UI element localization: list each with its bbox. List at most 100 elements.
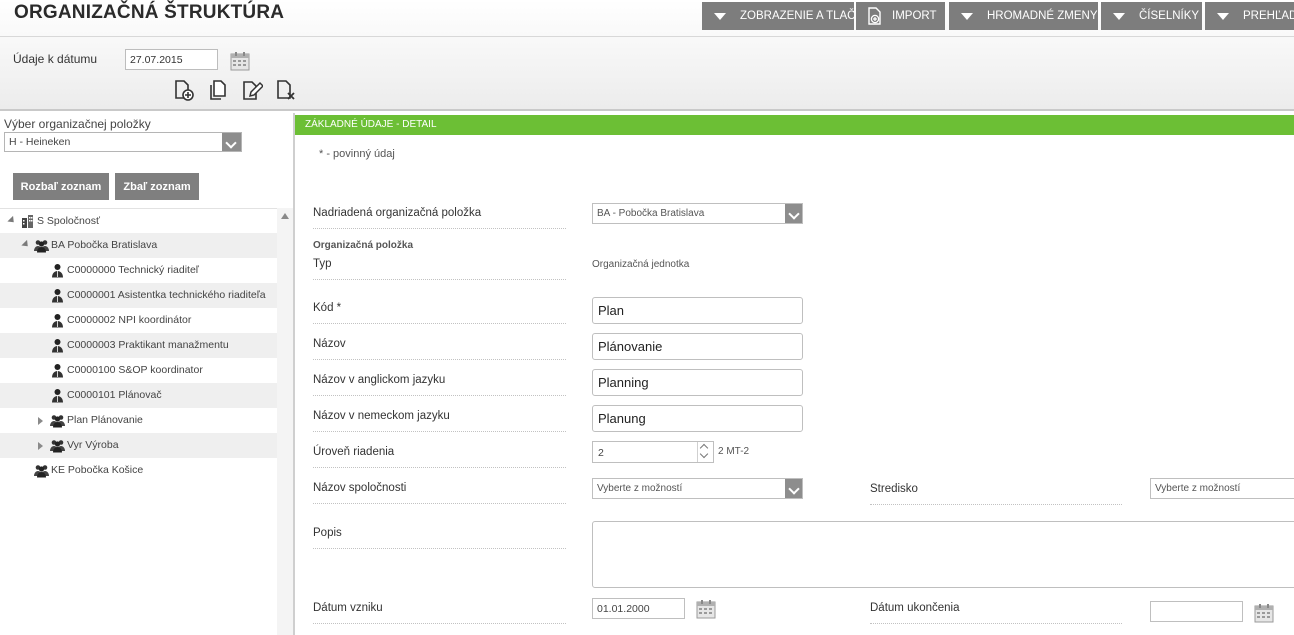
tree-item-label: KE Pobočka Košice xyxy=(51,464,144,476)
calendar-icon[interactable] xyxy=(230,51,250,71)
chevron-down-icon[interactable] xyxy=(222,133,241,151)
tree-expand-icon[interactable] xyxy=(38,442,46,450)
building-icon xyxy=(20,214,35,229)
copy-item-icon[interactable] xyxy=(207,79,229,101)
menu-label: ZOBRAZENIE A TLAČ xyxy=(740,10,856,22)
tree-row[interactable]: C0000002 NPI koordinátor xyxy=(0,308,277,333)
tree-scrollbar[interactable] xyxy=(277,208,293,635)
group-icon xyxy=(50,438,65,453)
parent-value: BA - Pobočka Bratislava xyxy=(597,208,705,219)
name-en-label: Názov v anglickom jazyku xyxy=(313,374,566,396)
add-item-icon[interactable] xyxy=(173,79,195,101)
name-en-input[interactable]: Planning xyxy=(592,369,803,396)
section-header: ZÁKLADNÉ ÚDAJE - DETAIL xyxy=(295,115,1294,135)
description-textarea[interactable] xyxy=(592,521,1294,588)
tree-row[interactable]: Plan Plánovanie xyxy=(0,408,277,433)
scroll-up-icon[interactable] xyxy=(281,213,289,219)
person-icon xyxy=(50,338,65,353)
required-note: * - povinný údaj xyxy=(319,148,395,160)
menu-label: ČÍSELNÍKY xyxy=(1139,10,1200,22)
tree-item-label: C0000002 NPI koordinátor xyxy=(67,314,192,326)
name-de-input[interactable]: Planung xyxy=(592,405,803,432)
created-date-value: 01.01.2000 xyxy=(597,603,650,615)
left-panel: Výber organizačnej položky H - Heineken … xyxy=(0,113,295,635)
tree-item-label: Plan Plánovanie xyxy=(67,414,143,426)
type-label: Typ xyxy=(313,258,566,280)
chevron-down-icon[interactable] xyxy=(785,204,802,223)
level-value: 2 xyxy=(598,447,604,459)
tree-row[interactable]: C0000101 Plánovač xyxy=(0,383,277,408)
type-value: Organizačná jednotka xyxy=(592,259,690,270)
calendar-icon[interactable] xyxy=(1254,603,1274,623)
code-input[interactable]: Plan xyxy=(592,297,803,324)
stepper-arrows[interactable] xyxy=(697,442,713,462)
tree-row[interactable]: KE Pobočka Košice xyxy=(0,458,277,483)
ended-date-label: Dátum ukončenia xyxy=(870,602,1122,624)
tree-row[interactable]: C0000000 Technický riaditeľ xyxy=(0,258,277,283)
company-label: Názov spoločnosti xyxy=(313,482,566,504)
org-item-select[interactable]: H - Heineken xyxy=(4,132,242,152)
created-date-input[interactable]: 01.01.2000 xyxy=(592,598,685,619)
ended-date-input[interactable] xyxy=(1150,601,1243,622)
person-icon xyxy=(50,313,65,328)
person-icon xyxy=(50,363,65,378)
menu-zobrazenie-a-tlac[interactable]: ZOBRAZENIE A TLAČ xyxy=(702,2,856,30)
tree-item-label: C0000003 Praktikant manažmentu xyxy=(67,339,229,351)
collapse-list-button[interactable]: Zbaľ zoznam xyxy=(115,173,199,200)
tree-item-label: Vyr Výroba xyxy=(67,439,119,451)
tree-collapse-icon[interactable] xyxy=(21,239,31,250)
import-icon xyxy=(868,7,881,25)
tree-collapse-icon[interactable] xyxy=(7,215,17,226)
tree-row[interactable]: C0000001 Asistentka technického riaditeľ… xyxy=(0,283,277,308)
name-input[interactable]: Plánovanie xyxy=(592,333,803,360)
org-select-label: Výber organizačnej položky xyxy=(4,117,151,131)
expand-list-button[interactable]: Rozbaľ zoznam xyxy=(13,173,109,200)
tree-item-label: C0000101 Plánovač xyxy=(67,389,162,401)
caret-down-icon xyxy=(1113,12,1125,20)
parent-label: Nadriadená organizačná položka xyxy=(313,207,566,229)
tree-row[interactable]: S Spoločnosť xyxy=(0,208,277,233)
menu-label: HROMADNÉ ZMENY xyxy=(987,10,1098,22)
company-select[interactable]: Vyberte z možností xyxy=(592,478,803,499)
delete-item-icon[interactable] xyxy=(275,79,297,101)
name-label: Názov xyxy=(313,338,566,360)
parent-select[interactable]: BA - Pobočka Bratislava xyxy=(592,203,803,224)
group-icon xyxy=(34,463,49,478)
tree-row[interactable]: C0000100 S&OP koordinator xyxy=(0,358,277,383)
group-icon xyxy=(50,413,65,428)
center-select[interactable]: Vyberte z možností xyxy=(1150,478,1294,499)
date-value: 27.07.2015 xyxy=(130,54,183,66)
edit-item-icon[interactable] xyxy=(241,79,263,101)
menu-prehlady[interactable]: PREHĽADY xyxy=(1205,2,1294,30)
level-suffix: 2 MT-2 xyxy=(718,446,750,457)
code-label: Kód * xyxy=(313,302,566,324)
center-label: Stredisko xyxy=(870,483,1122,505)
menu-label: PREHĽADY xyxy=(1243,10,1294,22)
tree-row[interactable]: BA Pobočka Bratislava xyxy=(0,233,277,258)
group-icon xyxy=(34,238,49,253)
tree-item-label: C0000001 Asistentka technického riaditeľ… xyxy=(67,289,266,301)
org-tree: S Spoločnosť BA Pobočka Bratislava C000000… xyxy=(0,208,277,635)
menu-import[interactable]: IMPORT xyxy=(856,2,945,30)
chevron-down-icon[interactable] xyxy=(785,479,802,498)
company-placeholder: Vyberte z možností xyxy=(597,483,683,494)
org-item-heading: Organizačná položka xyxy=(313,240,414,251)
org-select-value: H - Heineken xyxy=(9,136,71,148)
tree-row[interactable]: Vyr Výroba xyxy=(0,433,277,458)
description-label: Popis xyxy=(313,527,566,549)
menu-label: IMPORT xyxy=(892,10,937,22)
tree-row[interactable]: C0000003 Praktikant manažmentu xyxy=(0,333,277,358)
date-input[interactable]: 27.07.2015 xyxy=(125,49,218,70)
tree-expand-icon[interactable] xyxy=(38,417,46,425)
level-stepper[interactable]: 2 xyxy=(592,441,714,463)
menu-ciselniky[interactable]: ČÍSELNÍKY xyxy=(1101,2,1202,30)
caret-down-icon xyxy=(961,12,973,20)
name-de-label: Názov v nemeckom jazyku xyxy=(313,410,566,432)
created-date-label: Dátum vzniku xyxy=(313,602,566,624)
page-title: ORGANIZAČNÁ ŠTRUKTÚRA xyxy=(14,2,285,23)
calendar-icon[interactable] xyxy=(696,599,716,619)
menu-hromadne-zmeny[interactable]: HROMADNÉ ZMENY xyxy=(949,2,1098,30)
chevron-down-icon[interactable] xyxy=(699,449,709,459)
center-placeholder: Vyberte z možností xyxy=(1155,483,1241,494)
level-label: Úroveň riadenia xyxy=(313,446,566,468)
